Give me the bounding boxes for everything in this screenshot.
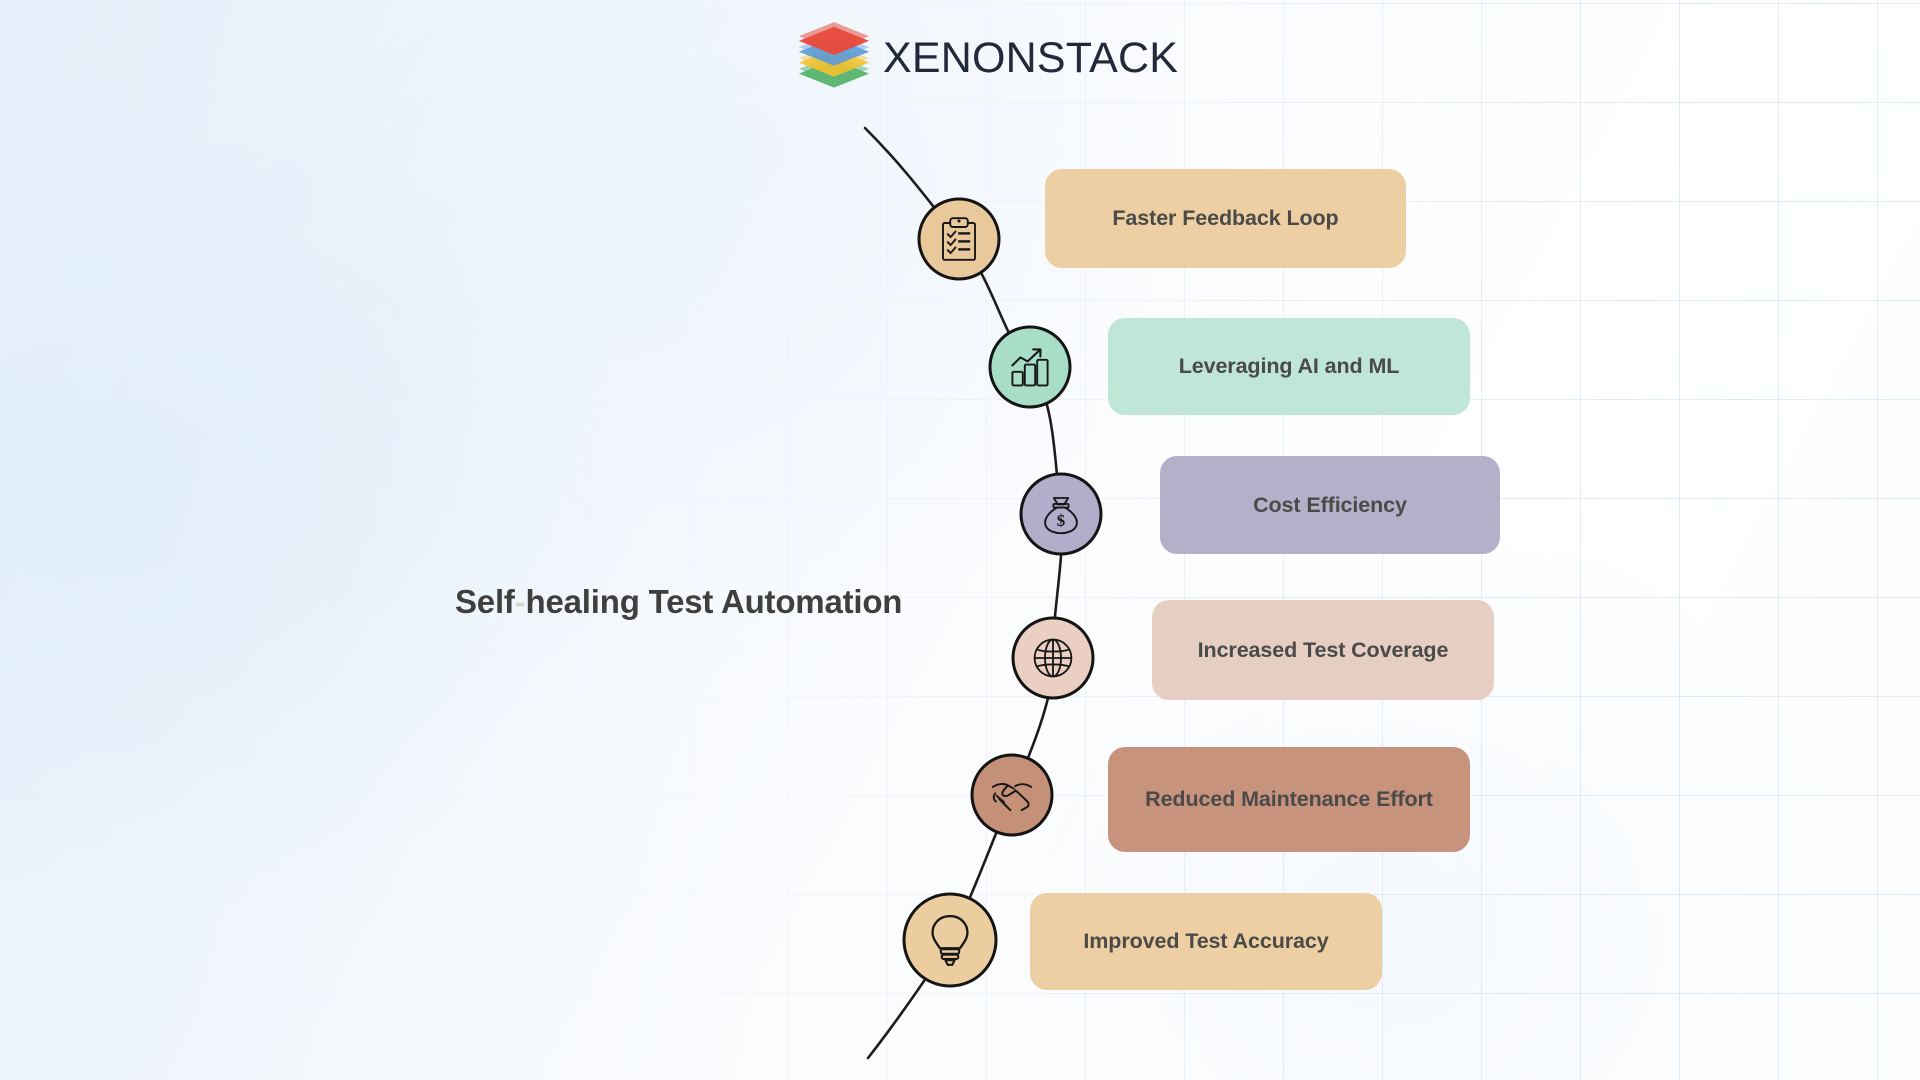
label-text: Increased Test Coverage bbox=[1197, 637, 1449, 662]
label-text: Reduced Maintenance Effort bbox=[1145, 787, 1433, 811]
label-text: Leveraging AI and ML bbox=[1178, 354, 1400, 378]
node-circle bbox=[917, 197, 1001, 281]
label-text: Improved Test Accuracy bbox=[1083, 929, 1329, 953]
node-circle bbox=[988, 325, 1072, 409]
label-text: Cost Efficiency bbox=[1253, 492, 1407, 517]
flow-diagram: $ bbox=[863, 126, 1103, 1060]
node-circle bbox=[902, 892, 998, 988]
globe-icon bbox=[1033, 638, 1073, 678]
node-faster-feedback-loop[interactable] bbox=[917, 197, 1001, 281]
label-box-leveraging-ai-and-ml[interactable]: Leveraging AI and ML bbox=[1108, 318, 1470, 415]
label-text: Faster Feedback Loop bbox=[1112, 206, 1339, 230]
node-improved-test-accuracy[interactable] bbox=[902, 892, 998, 988]
label-box-increased-test-coverage[interactable]: Increased Test Coverage bbox=[1152, 600, 1494, 700]
node-reduced-maintenance-effort[interactable] bbox=[970, 753, 1054, 837]
node-leveraging-ai-and-ml[interactable] bbox=[988, 325, 1072, 409]
node-circle bbox=[970, 753, 1054, 837]
label-box-faster-feedback-loop[interactable]: Faster Feedback Loop bbox=[1045, 169, 1406, 268]
label-box-cost-efficiency[interactable]: Cost Efficiency bbox=[1160, 456, 1500, 554]
node-cost-efficiency[interactable] bbox=[1019, 472, 1103, 556]
node-increased-test-coverage[interactable] bbox=[1011, 616, 1095, 700]
label-box-improved-test-accuracy[interactable]: Improved Test Accuracy bbox=[1030, 893, 1382, 990]
label-box-reduced-maintenance-effort[interactable]: Reduced Maintenance Effort bbox=[1108, 747, 1470, 852]
